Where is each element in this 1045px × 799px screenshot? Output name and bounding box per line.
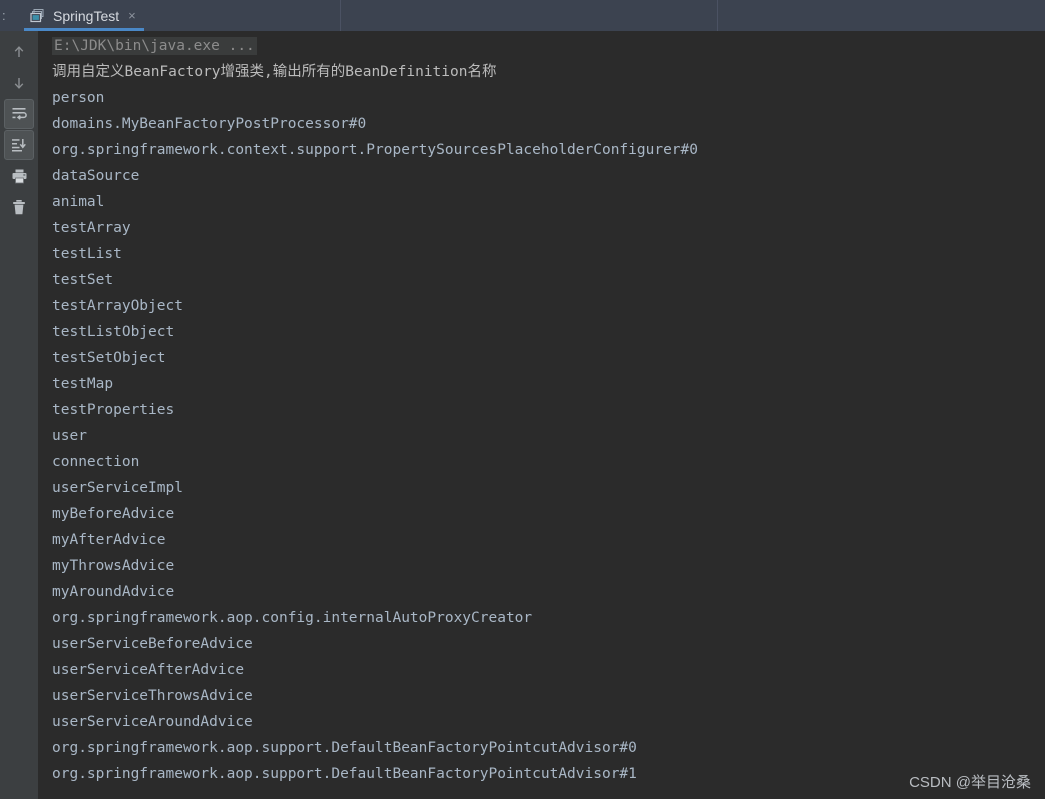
tabbar-separator-1 — [340, 0, 341, 31]
console-line: userServiceBeforeAdvice — [52, 636, 253, 652]
console-line: org.springframework.aop.config.internalA… — [52, 610, 533, 626]
console-line: E:\JDK\bin\java.exe ... — [38, 33, 1045, 59]
csdn-watermark: CSDN @举目沧桑 — [909, 774, 1031, 791]
console-line: userServiceThrowsAdvice — [52, 688, 253, 704]
console-line: org.springframework.context.support.Prop… — [52, 142, 699, 158]
tabbar-empty-area — [146, 0, 1045, 31]
close-icon[interactable]: × — [126, 9, 136, 22]
scroll-to-end-icon-button[interactable] — [4, 130, 34, 160]
console-line: myAfterAdvice — [52, 532, 166, 548]
console-line: 调用自定义BeanFactory增强类,输出所有的BeanDefinition名… — [52, 64, 497, 80]
console-toolbar — [0, 31, 38, 799]
ide-run-console-window: : SpringTest × E:\JDK\bin\java.exe ... 调… — [0, 0, 1045, 799]
console-line: testSetObject — [52, 350, 166, 366]
console-line: animal — [52, 194, 105, 210]
down-arrow-icon — [11, 75, 27, 91]
soft-wrap-icon — [11, 106, 27, 122]
console-line: testListObject — [52, 324, 175, 340]
console-line: org.springframework.aop.support.DefaultB… — [52, 766, 637, 782]
console-line: myThrowsAdvice — [52, 558, 175, 574]
console-line: myAroundAdvice — [52, 584, 175, 600]
run-configuration-icon — [30, 8, 46, 24]
down-arrow-icon-button[interactable] — [4, 68, 34, 98]
console-line: myBeforeAdvice — [52, 506, 175, 522]
tabbar-separator-2 — [717, 0, 718, 31]
console-line: connection — [52, 454, 140, 470]
print-icon — [11, 168, 28, 185]
trash-icon-button[interactable] — [4, 192, 34, 222]
console-line: testArrayObject — [52, 298, 183, 314]
tab-bar: : SpringTest × — [0, 0, 1045, 31]
trash-icon — [11, 199, 27, 216]
up-arrow-icon — [11, 44, 27, 60]
console-line: testMap — [52, 376, 114, 392]
tab-springtest[interactable]: SpringTest × — [22, 0, 146, 31]
console-line: person — [52, 90, 105, 106]
console-line: testList — [52, 246, 122, 262]
console-command-line[interactable]: E:\JDK\bin\java.exe ... — [52, 37, 257, 55]
tabbar-prefix-text: : — [2, 8, 6, 23]
up-arrow-icon-button[interactable] — [4, 37, 34, 67]
console-line: dataSource — [52, 168, 140, 184]
tab-label: SpringTest — [53, 7, 120, 24]
console-line: userServiceImpl — [52, 480, 183, 496]
console-line: userServiceAroundAdvice — [52, 714, 253, 730]
console-line: testSet — [52, 272, 114, 288]
console-output-area[interactable]: E:\JDK\bin\java.exe ... 调用自定义BeanFactory… — [38, 31, 1045, 799]
console-line: userServiceAfterAdvice — [52, 662, 245, 678]
console-line: testArray — [52, 220, 131, 236]
console-line: domains.MyBeanFactoryPostProcessor#0 — [52, 116, 367, 132]
soft-wrap-icon-button[interactable] — [4, 99, 34, 129]
console-line: user — [52, 428, 87, 444]
console-line: org.springframework.aop.support.DefaultB… — [52, 740, 637, 756]
console-line: testProperties — [52, 402, 175, 418]
print-icon-button[interactable] — [4, 161, 34, 191]
scroll-to-end-icon — [11, 137, 27, 153]
